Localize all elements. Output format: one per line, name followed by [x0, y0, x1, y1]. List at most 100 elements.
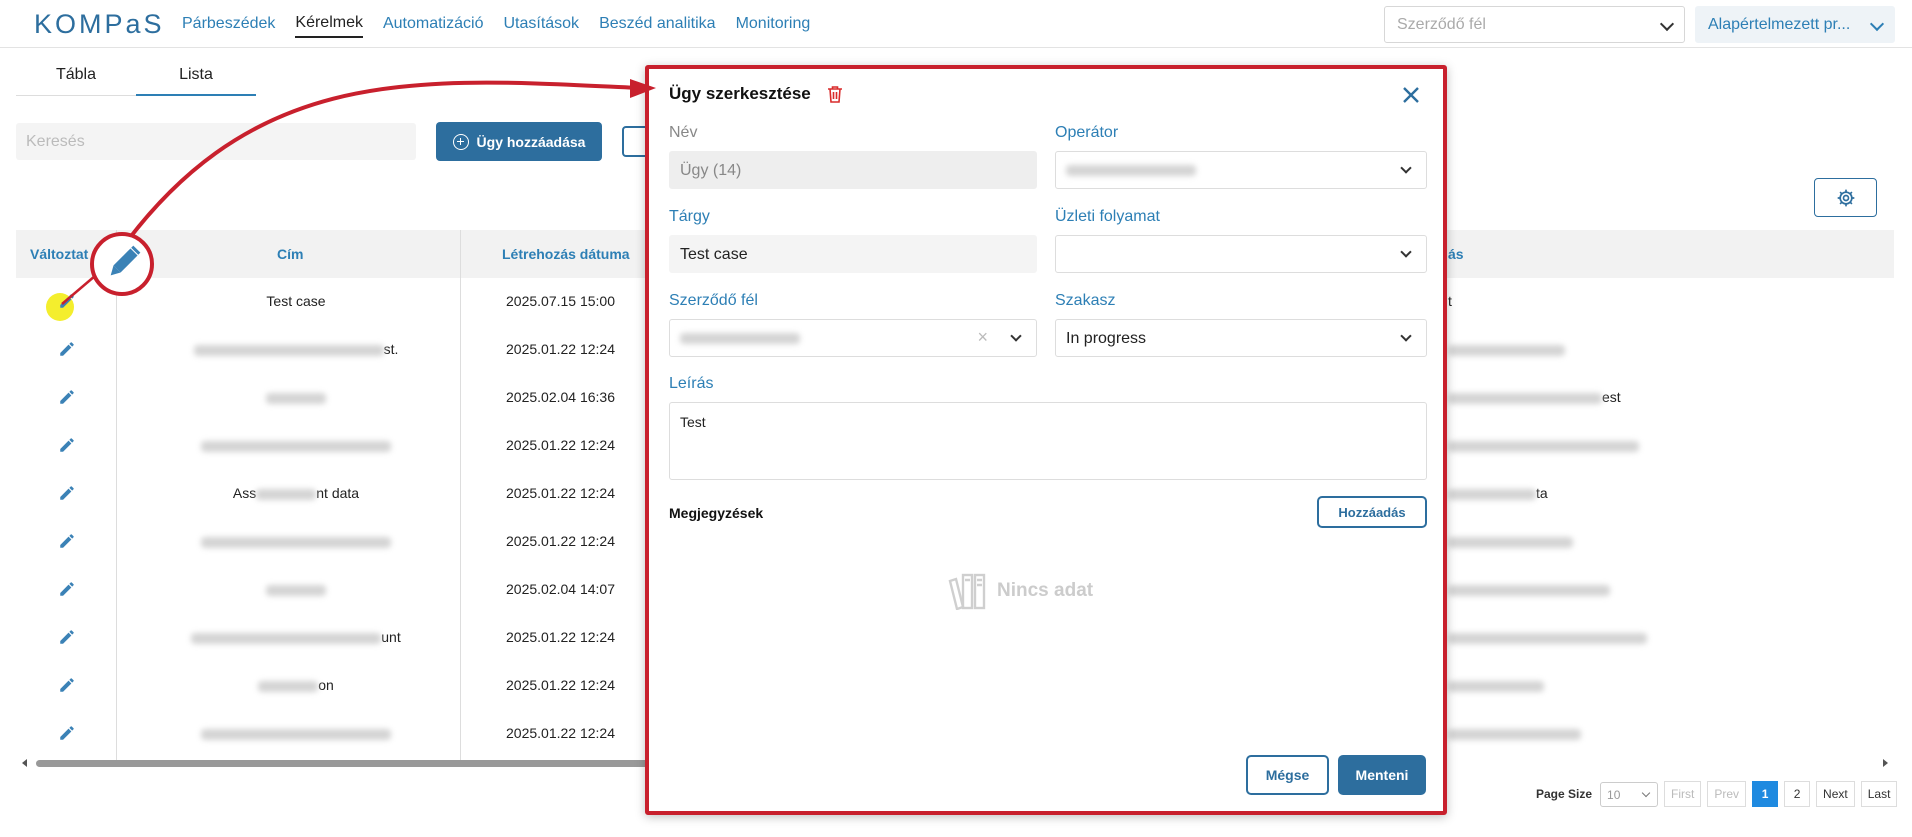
- edit-row-button[interactable]: [58, 484, 78, 504]
- edit-row-button[interactable]: [46, 292, 78, 321]
- pencil-icon: [58, 486, 76, 505]
- row-title: unt: [116, 629, 476, 645]
- row-created-date: 2025.02.04 14:07: [506, 581, 615, 597]
- pencil-icon: [58, 390, 76, 409]
- contract-party-select[interactable]: Szerződő fél: [1384, 6, 1685, 43]
- nav-item-instructions[interactable]: Utasítások: [503, 11, 579, 37]
- add-note-button[interactable]: Hozzáadás: [1317, 496, 1427, 528]
- save-button[interactable]: Menteni: [1338, 755, 1426, 795]
- scroll-right-icon[interactable]: [1883, 759, 1888, 767]
- edit-row-button[interactable]: [58, 436, 78, 456]
- stage-select[interactable]: In progress: [1055, 319, 1427, 357]
- column-header-created[interactable]: Létrehozás dátuma: [502, 230, 630, 278]
- pencil-icon: [58, 726, 76, 745]
- row-partial-cell: [1448, 533, 1573, 549]
- business-process-select[interactable]: [1055, 235, 1427, 273]
- row-partial-cell: ta: [1448, 485, 1548, 501]
- empty-state-text: Nincs adat: [997, 580, 1094, 601]
- pencil-icon: [58, 342, 76, 361]
- column-header-title[interactable]: Cím: [277, 230, 303, 278]
- nav-item-automation[interactable]: Automatizáció: [383, 11, 484, 37]
- main-nav: Párbeszédek Kérelmek Automatizáció Utasí…: [182, 0, 810, 48]
- gear-icon: [1837, 189, 1854, 206]
- clear-icon[interactable]: ×: [977, 327, 988, 348]
- last-page-button[interactable]: Last: [1860, 781, 1898, 807]
- column-header-edit[interactable]: Változtat: [30, 230, 88, 278]
- pencil-icon: [58, 582, 76, 601]
- row-created-date: 2025.01.22 12:24: [506, 677, 615, 693]
- nav-item-dialogs[interactable]: Párbeszédek: [182, 11, 275, 37]
- pencil-icon: [58, 294, 76, 313]
- edit-row-button[interactable]: [58, 628, 78, 648]
- edit-row-button[interactable]: [58, 388, 78, 408]
- profile-select[interactable]: Alapértelmezett pr...: [1695, 6, 1895, 43]
- row-partial-cell: [1448, 725, 1581, 741]
- row-partial-cell: est: [1448, 389, 1621, 405]
- first-page-button[interactable]: First: [1664, 781, 1702, 807]
- row-created-date: 2025.01.22 12:24: [506, 725, 615, 741]
- empty-books-icon: [948, 573, 986, 610]
- chevron-down-icon: [1400, 162, 1412, 174]
- page-button-2[interactable]: 2: [1784, 781, 1811, 807]
- page-size-select[interactable]: 10: [1600, 781, 1659, 807]
- row-title: [116, 533, 476, 549]
- add-case-button[interactable]: Ügy hozzáadása: [436, 122, 602, 161]
- edit-row-button[interactable]: [58, 724, 78, 744]
- row-created-date: 2025.01.22 12:24: [506, 485, 615, 501]
- operator-label: Operátor: [1055, 124, 1119, 141]
- scrollbar-thumb[interactable]: [36, 760, 676, 767]
- subject-label: Tárgy: [669, 208, 710, 225]
- pencil-icon: [58, 678, 76, 697]
- chevron-down-icon: [1641, 788, 1651, 797]
- row-partial-cell: [1448, 629, 1647, 645]
- name-label: Név: [669, 124, 698, 141]
- nav-item-speech-analytics[interactable]: Beszéd analitika: [599, 11, 716, 37]
- search-input[interactable]: Keresés: [16, 123, 416, 160]
- trash-icon[interactable]: [827, 85, 843, 103]
- add-circle-icon: [452, 133, 469, 150]
- settings-button[interactable]: [1814, 178, 1877, 217]
- view-tabs: Tábla Lista: [16, 66, 256, 96]
- edit-row-button[interactable]: [58, 580, 78, 600]
- row-created-date: 2025.07.15 15:00: [506, 293, 615, 309]
- profile-value: Alapértelmezett pr...: [1708, 15, 1851, 33]
- redacted-value: [1066, 165, 1196, 177]
- row-created-date: 2025.01.22 12:24: [506, 437, 615, 453]
- row-partial-cell: [1448, 677, 1544, 693]
- description-textarea[interactable]: Test: [669, 402, 1427, 480]
- row-created-date: 2025.01.22 12:24: [506, 629, 615, 645]
- subject-field[interactable]: Test case: [669, 235, 1037, 273]
- row-title: Test case: [266, 293, 326, 309]
- app-logo[interactable]: KOMPaS: [34, 9, 165, 40]
- row-title: on: [116, 677, 476, 693]
- chevron-down-icon: [1869, 16, 1885, 32]
- dialog-title: Ügy szerkesztése: [669, 84, 811, 103]
- cancel-button[interactable]: Mégse: [1246, 755, 1329, 795]
- tab-table[interactable]: Tábla: [16, 66, 136, 96]
- nav-item-requests[interactable]: Kérelmek: [295, 10, 363, 38]
- operator-select[interactable]: [1055, 151, 1427, 189]
- prev-page-button[interactable]: Prev: [1707, 781, 1747, 807]
- chevron-down-icon: [1400, 246, 1412, 258]
- page-size-value: 10: [1607, 787, 1621, 802]
- contract-party-field[interactable]: ×: [669, 319, 1037, 357]
- top-navigation-bar: KOMPaS Párbeszédek Kérelmek Automatizáci…: [0, 0, 1912, 48]
- nav-item-monitoring[interactable]: Monitoring: [736, 11, 811, 37]
- chevron-down-icon: [1010, 330, 1022, 342]
- notes-title: Megjegyzések: [669, 505, 764, 521]
- column-header-partial[interactable]: ás: [1448, 230, 1464, 278]
- stage-value: In progress: [1066, 330, 1147, 347]
- edit-row-button[interactable]: [58, 676, 78, 696]
- edit-row-button[interactable]: [58, 340, 78, 360]
- pencil-icon: [58, 438, 76, 457]
- tab-list[interactable]: Lista: [136, 66, 256, 96]
- pencil-icon: [58, 630, 76, 649]
- next-page-button[interactable]: Next: [1816, 781, 1855, 807]
- page-size-label: Page Size: [1536, 787, 1593, 801]
- page-button-1[interactable]: 1: [1752, 781, 1779, 807]
- redacted-value: [680, 333, 800, 345]
- row-created-date: 2025.02.04 16:36: [506, 389, 615, 405]
- edit-row-button[interactable]: [58, 532, 78, 552]
- scroll-left-icon[interactable]: [22, 759, 27, 767]
- close-icon[interactable]: [1401, 85, 1421, 105]
